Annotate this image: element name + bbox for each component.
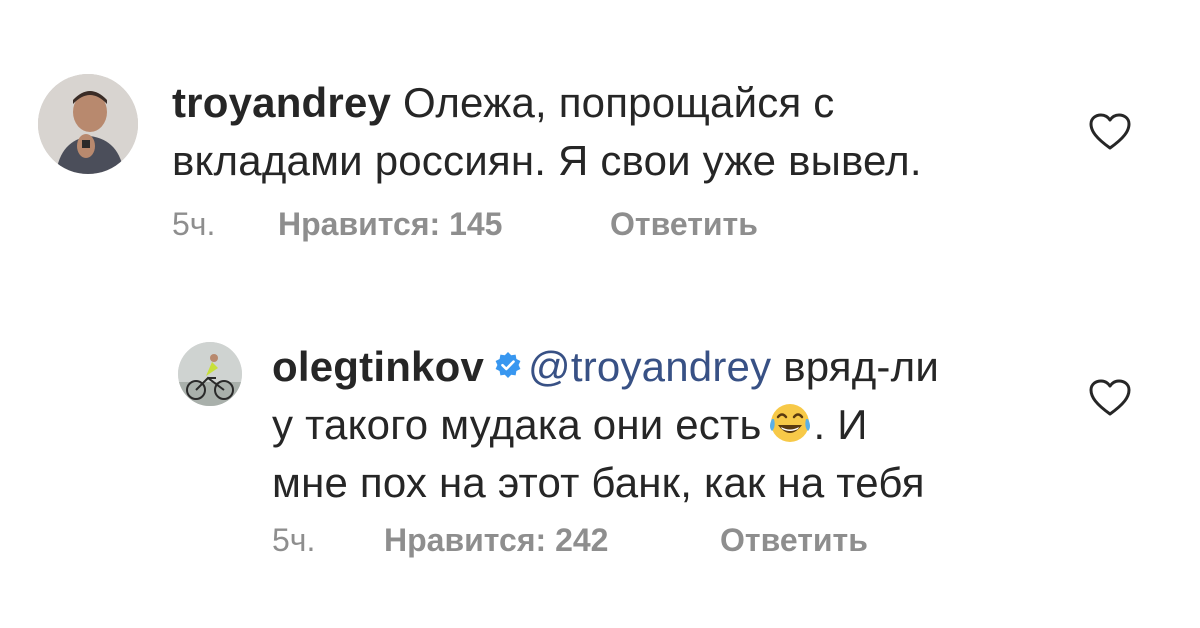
comment-meta: 5ч. Нравится: 242 Ответить: [272, 522, 972, 562]
reply-button[interactable]: Ответить: [720, 522, 868, 559]
tears-of-joy-emoji-icon: [769, 404, 810, 442]
comment-likes-link[interactable]: Нравится: 242: [384, 522, 608, 559]
heart-outline-icon[interactable]: [1088, 378, 1132, 418]
comment-text: olegtinkov @troyandrey вряд-ли у такого …: [272, 338, 1072, 512]
comment-text-line: Олежа, попрощайся с: [402, 79, 835, 126]
comment-text-line: вкладами россиян. Я свои уже вывел.: [172, 137, 922, 184]
comment-olegtinkov: olegtinkov @troyandrey вряд-ли у такого …: [0, 300, 1200, 600]
comment-time: 5ч.: [172, 206, 216, 242]
verified-badge-icon: [495, 352, 521, 378]
comment-likes-link[interactable]: Нравится: 145: [278, 206, 502, 243]
comment-troyandrey: troyandrey Олежа, попрощайся с вкладами …: [0, 0, 1200, 260]
avatar-troyandrey[interactable]: [38, 74, 138, 174]
comment-username[interactable]: olegtinkov: [272, 343, 484, 390]
comment-meta: 5ч. Нравится: 145 Ответить: [172, 206, 872, 246]
comment-time: 5ч.: [272, 522, 316, 558]
comment-text-line: у такого мудака они есть: [272, 401, 762, 448]
comment-text-line: . И: [813, 401, 868, 448]
user-avatar-icon: [38, 74, 138, 174]
comment-username[interactable]: troyandrey: [172, 79, 391, 126]
comment-text: troyandrey Олежа, попрощайся с вкладами …: [172, 74, 1072, 190]
reply-button[interactable]: Ответить: [610, 206, 758, 243]
heart-outline-icon[interactable]: [1088, 112, 1132, 152]
mention-link[interactable]: @troyandrey: [528, 343, 771, 390]
avatar-olegtinkov[interactable]: [178, 342, 242, 406]
comment-text-line: мне пох на этот банк, как на тебя: [272, 459, 925, 506]
cyclist-avatar-icon: [178, 342, 242, 406]
comment-text-line: вряд-ли: [783, 343, 939, 390]
